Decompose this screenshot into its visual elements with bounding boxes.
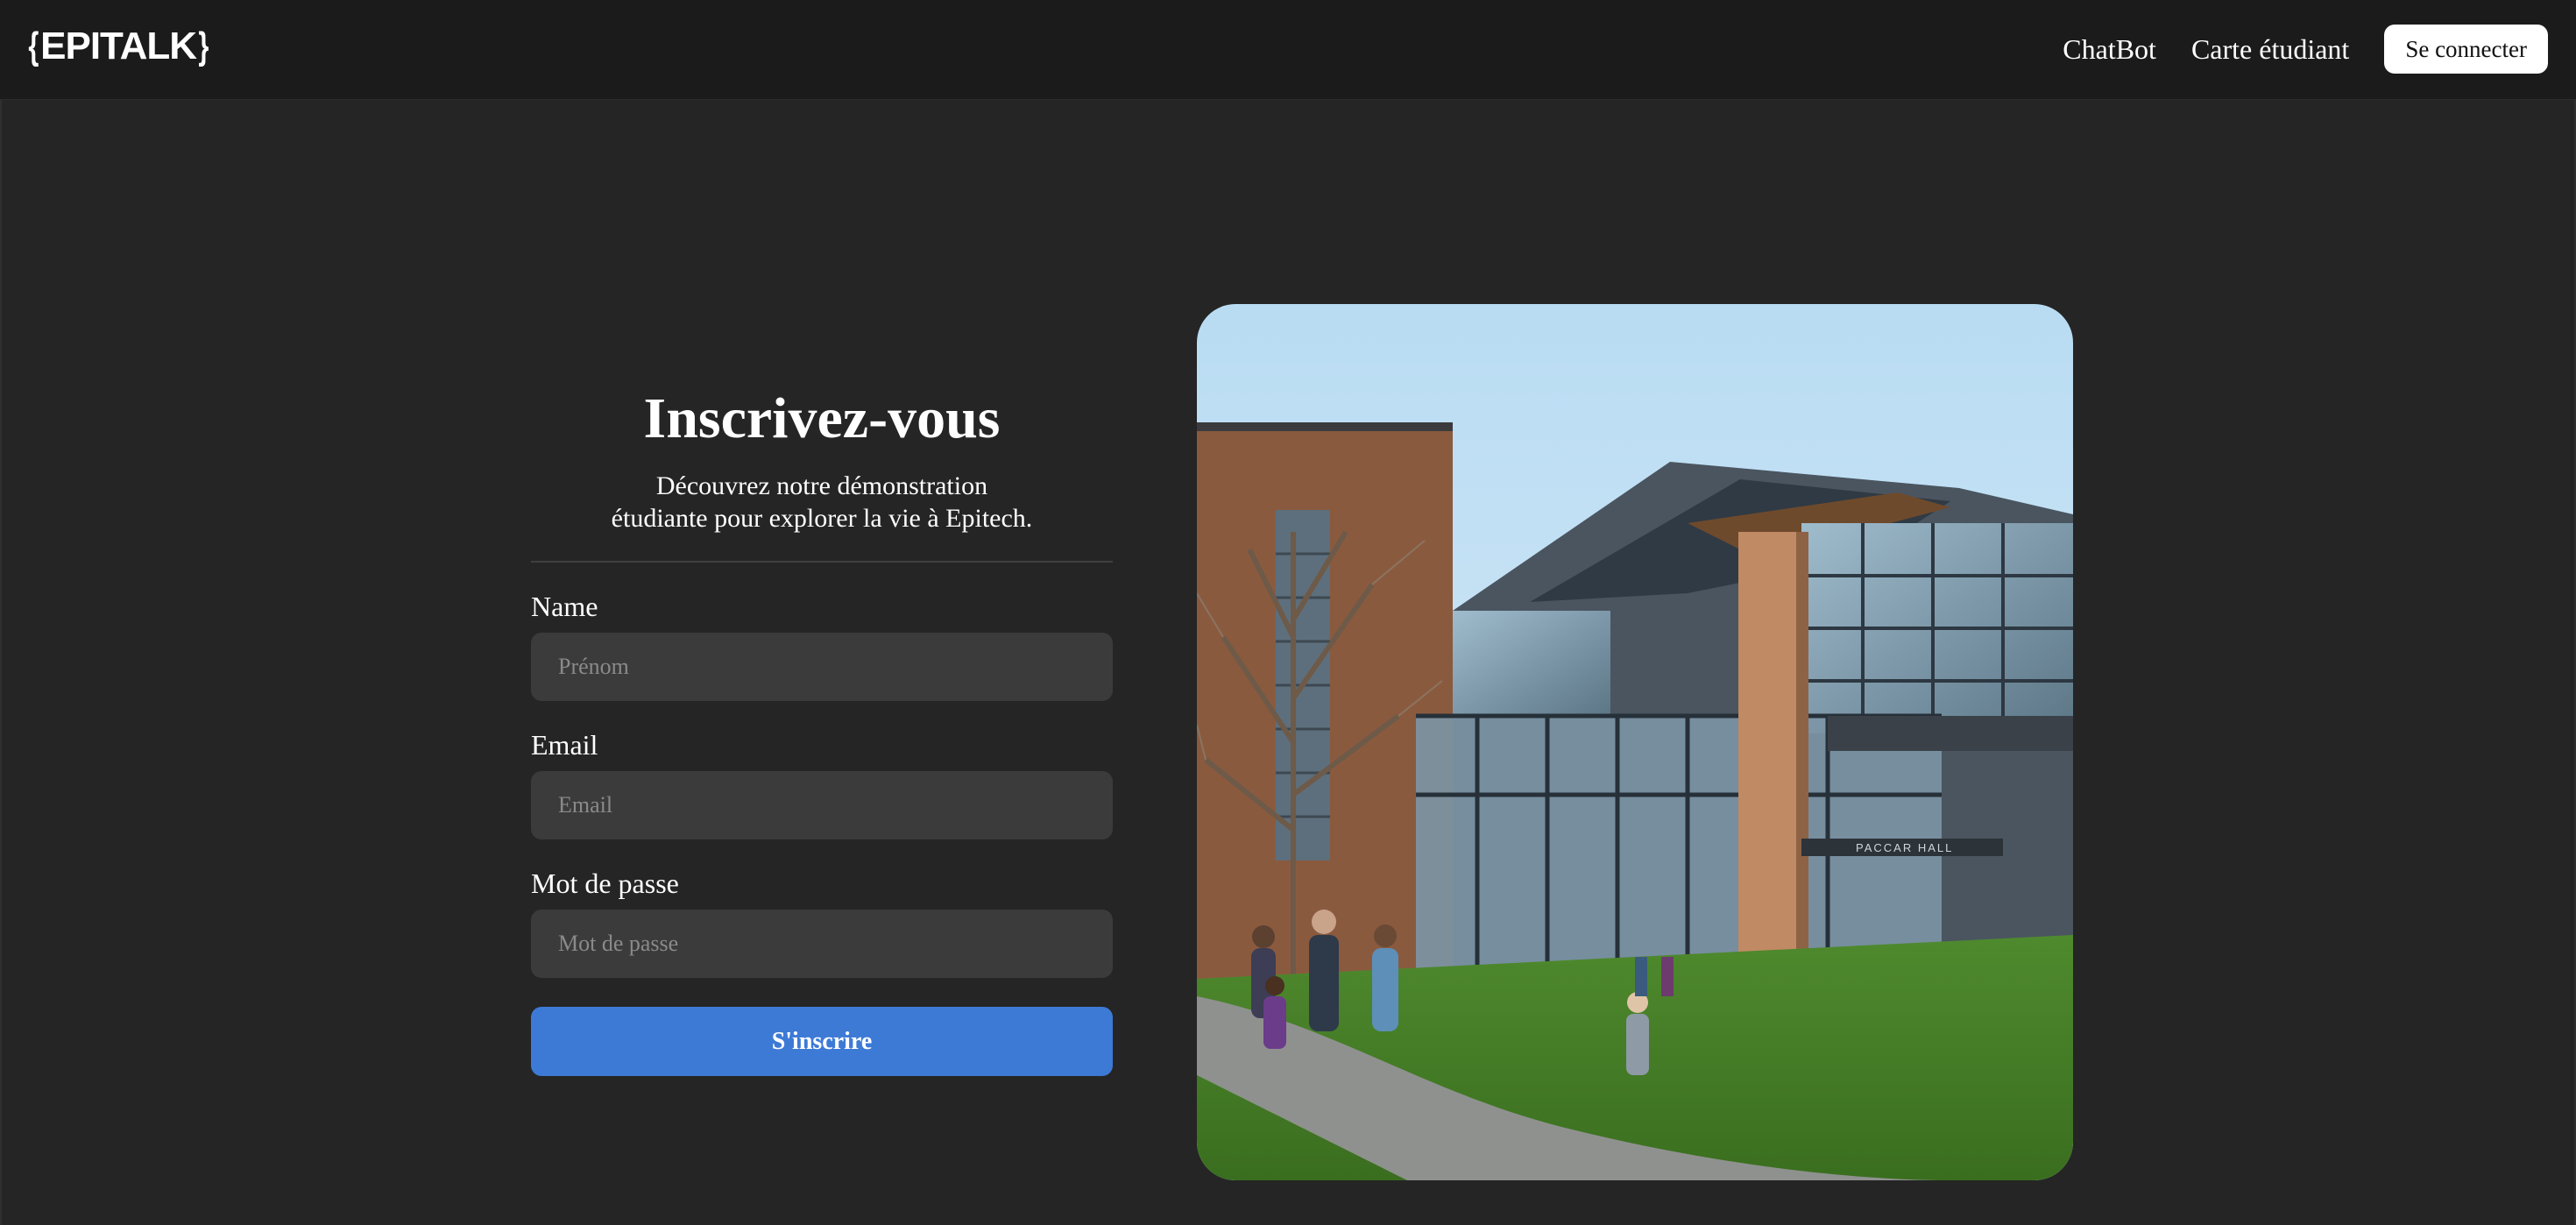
subtitle-line-1: Découvrez notre démonstration (655, 471, 988, 500)
form-divider (531, 561, 1113, 563)
wood-column (1738, 532, 1796, 979)
email-label: Email (531, 729, 598, 761)
name-input[interactable] (531, 633, 1113, 701)
password-label: Mot de passe (531, 867, 679, 899)
nav-link-chatbot[interactable]: ChatBot (2063, 33, 2156, 66)
subtitle-line-2: étudiante pour explorer la vie à Epitech… (611, 504, 1033, 533)
login-button[interactable]: Se connecter (2384, 25, 2548, 74)
signup-subtitle: Découvrez notre démonstration étudiante … (531, 470, 1113, 535)
signup-submit-button[interactable]: S'inscrire (531, 1007, 1113, 1076)
password-input[interactable] (531, 910, 1113, 978)
epitalk-logo[interactable]: {EPITALK} (26, 21, 210, 72)
campus-illustration: PACCAR HALL (1197, 304, 2073, 1180)
logo-text: EPITALK (40, 25, 197, 67)
nav-menu: ChatBot Carte étudiant Se connecter (2063, 25, 2548, 74)
email-input[interactable] (531, 771, 1113, 839)
building-sign: PACCAR HALL (1856, 841, 1953, 854)
campus-building-photo: PACCAR HALL (1197, 304, 2073, 1180)
name-label: Name (531, 591, 598, 622)
page-left-border (0, 100, 2, 1225)
signup-form: Inscrivez-vous Découvrez notre démonstra… (531, 386, 1113, 1076)
signup-title: Inscrivez-vous (643, 386, 1001, 450)
top-navigation-bar: {EPITALK} ChatBot Carte étudiant Se conn… (0, 0, 2576, 100)
nav-link-student-card[interactable]: Carte étudiant (2191, 33, 2349, 66)
